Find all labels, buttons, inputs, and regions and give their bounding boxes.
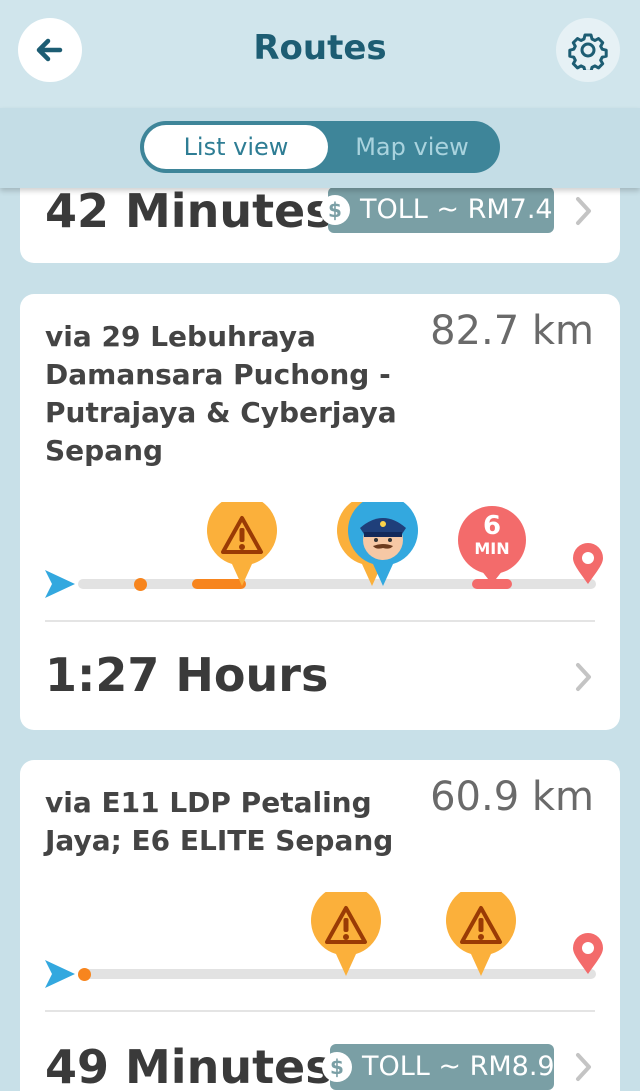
page-title: Routes xyxy=(253,28,387,68)
traffic-dot xyxy=(134,578,147,591)
delay-value: 6 xyxy=(482,511,502,541)
hazard-icon xyxy=(207,502,277,586)
destination-pin-icon xyxy=(573,543,603,584)
route-duration: 1:27 Hours xyxy=(45,648,329,702)
route-via-text: via 29 Lebuhraya Damansara Puchong - Put… xyxy=(45,320,397,467)
settings-button[interactable] xyxy=(556,18,620,82)
delay-unit: MIN xyxy=(474,539,510,558)
route-duration: 42 Minutes xyxy=(45,184,333,238)
chevron-right-icon[interactable] xyxy=(570,660,596,694)
toll-coin-icon: $ xyxy=(322,1052,352,1082)
route-distance: 60.9 km xyxy=(430,774,594,820)
destination-pin-icon xyxy=(573,933,603,974)
chevron-right-icon[interactable] xyxy=(570,1050,596,1084)
divider xyxy=(45,1010,595,1012)
route-via-text: via E11 LDP Petaling Jaya; E6 ELITE Sepa… xyxy=(45,786,394,857)
delay-pointer xyxy=(481,570,503,584)
divider xyxy=(45,620,595,622)
toll-badge: $ TOLL ~ RM8.90 xyxy=(322,1044,572,1090)
list-view-tab[interactable]: List view xyxy=(144,125,328,169)
traffic-dot xyxy=(78,968,91,981)
gear-icon xyxy=(568,33,608,70)
route-distance: 82.7 km xyxy=(430,308,594,354)
view-toggle: List view Map view xyxy=(140,121,500,173)
route-card[interactable]: via 29 Lebuhraya Damansara Puchong - Put… xyxy=(20,294,620,730)
delay-badge: 6 MIN xyxy=(458,506,526,574)
toll-label: TOLL ~ RM8.90 xyxy=(362,1051,572,1082)
police-icon xyxy=(348,502,418,586)
map-view-tab[interactable]: Map view xyxy=(328,125,496,169)
start-arrow-icon xyxy=(45,960,75,988)
route-duration: 49 Minutes xyxy=(45,1040,333,1091)
chevron-right-icon[interactable] xyxy=(570,194,596,228)
toll-label: TOLL ~ RM7.40 xyxy=(360,194,570,225)
hazard-icon xyxy=(446,892,516,976)
view-toggle-bar: List view Map view xyxy=(0,108,640,188)
route-card[interactable]: via E11 LDP Petaling Jaya; E6 ELITE Sepa… xyxy=(20,760,620,1091)
start-arrow-icon xyxy=(45,570,75,598)
hazard-icon xyxy=(311,892,381,976)
toll-coin-icon: $ xyxy=(320,195,350,225)
toll-badge: $ TOLL ~ RM7.40 xyxy=(320,187,570,233)
top-bar: Routes xyxy=(0,0,640,108)
